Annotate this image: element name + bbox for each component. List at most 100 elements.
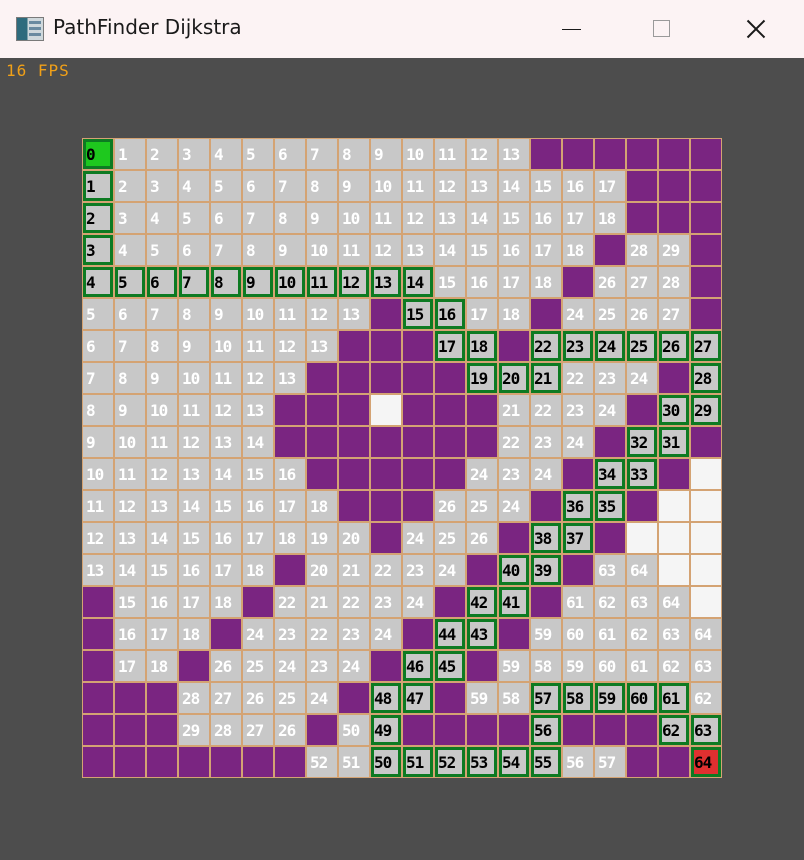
visited-cell[interactable]: 7 [82,362,114,394]
visited-cell[interactable]: 14 [498,170,530,202]
visited-cell[interactable]: 23 [594,362,626,394]
path-cell[interactable]: 34 [594,458,626,490]
visited-cell[interactable]: 62 [690,682,722,714]
visited-cell[interactable]: 3 [178,138,210,170]
visited-cell[interactable]: 24 [626,362,658,394]
wall-cell[interactable] [530,298,562,330]
visited-cell[interactable]: 20 [306,554,338,586]
path-cell[interactable]: 48 [370,682,402,714]
wall-cell[interactable] [434,586,466,618]
visited-cell[interactable]: 58 [530,650,562,682]
visited-cell[interactable]: 12 [114,490,146,522]
visited-cell[interactable]: 21 [306,586,338,618]
visited-cell[interactable]: 63 [690,650,722,682]
wall-cell[interactable] [146,714,178,746]
visited-cell[interactable]: 11 [242,330,274,362]
visited-cell[interactable]: 6 [114,298,146,330]
wall-cell[interactable] [370,490,402,522]
visited-cell[interactable]: 18 [274,522,306,554]
wall-cell[interactable] [274,554,306,586]
wall-cell[interactable] [562,458,594,490]
visited-cell[interactable]: 17 [274,490,306,522]
path-cell[interactable]: 26 [658,330,690,362]
visited-cell[interactable]: 26 [274,714,306,746]
visited-cell[interactable]: 7 [274,170,306,202]
visited-cell[interactable]: 18 [242,554,274,586]
wall-cell[interactable] [146,746,178,778]
wall-cell[interactable] [114,714,146,746]
visited-cell[interactable]: 7 [210,234,242,266]
visited-cell[interactable]: 26 [626,298,658,330]
path-cell[interactable]: 41 [498,586,530,618]
wall-cell[interactable] [370,330,402,362]
visited-cell[interactable]: 5 [178,202,210,234]
wall-cell[interactable] [146,682,178,714]
wall-cell[interactable] [690,202,722,234]
visited-cell[interactable]: 10 [338,202,370,234]
visited-cell[interactable]: 10 [114,426,146,458]
wall-cell[interactable] [338,362,370,394]
visited-cell[interactable]: 63 [626,586,658,618]
visited-cell[interactable]: 6 [242,170,274,202]
wall-cell[interactable] [466,426,498,458]
visited-cell[interactable]: 10 [242,298,274,330]
empty-cell[interactable] [626,522,658,554]
wall-cell[interactable] [434,362,466,394]
path-cell[interactable]: 27 [690,330,722,362]
wall-cell[interactable] [658,362,690,394]
empty-cell[interactable] [690,458,722,490]
wall-cell[interactable] [82,746,114,778]
visited-cell[interactable]: 13 [210,426,242,458]
wall-cell[interactable] [274,426,306,458]
close-button[interactable] [709,0,801,58]
wall-cell[interactable] [114,746,146,778]
wall-cell[interactable] [658,138,690,170]
visited-cell[interactable]: 22 [530,394,562,426]
visited-cell[interactable]: 13 [402,234,434,266]
path-cell[interactable]: 12 [338,266,370,298]
path-cell[interactable]: 39 [530,554,562,586]
wall-cell[interactable] [530,138,562,170]
visited-cell[interactable]: 28 [178,682,210,714]
visited-cell[interactable]: 26 [434,490,466,522]
visited-cell[interactable]: 7 [242,202,274,234]
visited-cell[interactable]: 17 [114,650,146,682]
wall-cell[interactable] [498,522,530,554]
visited-cell[interactable]: 13 [146,490,178,522]
visited-cell[interactable]: 15 [434,266,466,298]
path-cell[interactable]: 29 [690,394,722,426]
visited-cell[interactable]: 14 [146,522,178,554]
wall-cell[interactable] [178,650,210,682]
visited-cell[interactable]: 16 [210,522,242,554]
path-cell[interactable]: 10 [274,266,306,298]
path-cell[interactable]: 50 [370,746,402,778]
wall-cell[interactable] [594,714,626,746]
wall-cell[interactable] [594,234,626,266]
visited-cell[interactable]: 2 [114,170,146,202]
path-cell[interactable]: 47 [402,682,434,714]
wall-cell[interactable] [690,426,722,458]
visited-cell[interactable]: 17 [242,522,274,554]
visited-cell[interactable]: 14 [434,234,466,266]
visited-cell[interactable]: 18 [146,650,178,682]
path-cell[interactable]: 43 [466,618,498,650]
visited-cell[interactable]: 23 [338,618,370,650]
path-cell[interactable]: 21 [530,362,562,394]
path-cell[interactable]: 52 [434,746,466,778]
visited-cell[interactable]: 16 [114,618,146,650]
visited-cell[interactable]: 57 [594,746,626,778]
wall-cell[interactable] [370,458,402,490]
wall-cell[interactable] [434,426,466,458]
visited-cell[interactable]: 6 [274,138,306,170]
wall-cell[interactable] [274,394,306,426]
visited-cell[interactable]: 8 [306,170,338,202]
visited-cell[interactable]: 59 [466,682,498,714]
visited-cell[interactable]: 16 [466,266,498,298]
path-cell[interactable]: 58 [562,682,594,714]
visited-cell[interactable]: 61 [562,586,594,618]
visited-cell[interactable]: 51 [338,746,370,778]
visited-cell[interactable]: 16 [498,234,530,266]
wall-cell[interactable] [658,458,690,490]
visited-cell[interactable]: 59 [562,650,594,682]
wall-cell[interactable] [338,394,370,426]
